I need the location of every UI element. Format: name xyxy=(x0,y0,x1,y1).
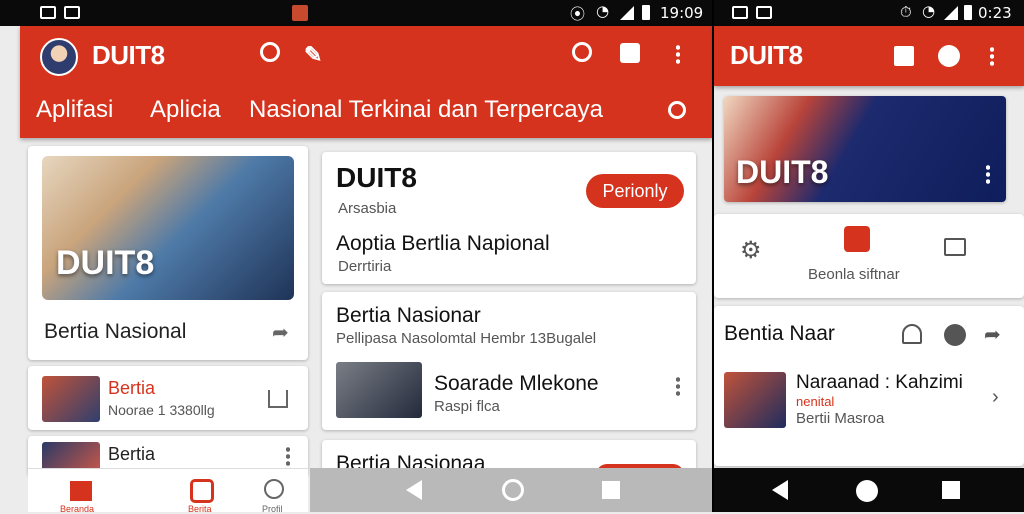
section-title: Bentia Naar xyxy=(724,322,835,345)
recents-button[interactable] xyxy=(942,481,960,499)
notification-icon xyxy=(40,6,56,19)
system-nav-bar xyxy=(310,468,712,512)
feature-subtitle: Arsasbia xyxy=(338,200,397,217)
headphones-icon[interactable] xyxy=(902,324,922,344)
vibrate-icon: ⦿ xyxy=(570,5,586,23)
tab-3[interactable]: Nasional Terkinai dan Terpercaya xyxy=(249,96,603,124)
article-item-sub: Raspi flca xyxy=(434,398,500,415)
nav-label-profile: Profil xyxy=(262,504,283,514)
app-title: DUIT8 xyxy=(92,40,165,70)
article-subtitle: Pellipasa Nasolomtal Hembr 13Bugalel xyxy=(336,330,597,347)
alarm-icon: ⏱ xyxy=(900,3,912,21)
more-icon[interactable] xyxy=(986,164,990,184)
notification-icon xyxy=(732,6,748,19)
nav-label-news: Berita xyxy=(188,504,212,514)
more-icon[interactable] xyxy=(990,46,994,66)
feature-headline: Aoptia Bertlia Napional xyxy=(336,232,550,255)
hero-card[interactable]: DUIT8 xyxy=(724,96,1006,202)
article-item-title: Soarade Mlekone xyxy=(434,372,599,395)
back-button[interactable] xyxy=(406,480,422,500)
more-icon[interactable] xyxy=(676,376,680,396)
share-icon[interactable]: ➦ xyxy=(984,322,1001,347)
nav-label-home: Beranda xyxy=(60,504,95,514)
app-notification-icon xyxy=(292,5,308,21)
home-button[interactable] xyxy=(502,479,524,501)
refresh-icon[interactable] xyxy=(938,45,960,67)
image-notification-icon xyxy=(756,6,772,19)
recents-button[interactable] xyxy=(602,481,620,499)
feature-tag: Derrtiria xyxy=(338,258,392,275)
thumbnail xyxy=(724,372,786,428)
badge-icon[interactable] xyxy=(844,226,870,252)
image-notification-icon xyxy=(64,6,80,19)
article-title: Bertia Nasionar xyxy=(336,304,481,327)
profile-icon[interactable] xyxy=(264,479,284,499)
hero-card-title: Bertia Nasional xyxy=(44,320,187,343)
hero-image-label: DUIT8 xyxy=(56,244,155,282)
avatar[interactable] xyxy=(40,38,78,76)
shortcut-card: ⚙ Beonla siftnar xyxy=(714,214,1024,298)
list-item[interactable]: Bertia Noorae 1 3380llg xyxy=(28,366,308,430)
list-item[interactable]: Naraanad : Kahzimi nenital Bertii Masroa… xyxy=(714,362,1024,432)
signal-icon xyxy=(944,6,958,20)
thumbnail xyxy=(42,376,100,422)
bookmark-icon[interactable] xyxy=(620,43,640,63)
image-icon[interactable] xyxy=(944,238,966,256)
app-bar: DUIT8 xyxy=(714,26,1024,86)
home-button[interactable] xyxy=(856,480,878,502)
clock: 19:09 xyxy=(660,4,704,22)
right-phone: ⏱ ◔ 0:23 DUIT8 DUIT8 ⚙ Beonla siftnar Be… xyxy=(714,0,1024,512)
item-line3: Bertii Masroa xyxy=(796,410,885,427)
shortcut-label: Beonla siftnar xyxy=(808,266,900,283)
list-item-title: Bertia xyxy=(108,444,156,464)
list-item-subtitle: Noorae 1 3380llg xyxy=(108,402,215,418)
bottom-nav: Beranda Berita Profil xyxy=(28,468,308,514)
status-bar: ⏱ ◔ 0:23 xyxy=(714,0,1024,26)
hero-card[interactable]: DUIT8 Bertia Nasional ➦ xyxy=(28,146,308,360)
info-icon[interactable] xyxy=(944,324,966,346)
news-icon[interactable] xyxy=(190,479,214,503)
news-section: Bentia Naar ➦ Naraanad : Kahzimi nenital… xyxy=(714,306,1024,466)
feature-card[interactable]: DUIT8 Arsasbia Perionly Aoptia Bertlia N… xyxy=(322,152,696,284)
home-icon[interactable] xyxy=(70,481,92,501)
more-icon[interactable] xyxy=(676,44,680,64)
more-icon[interactable] xyxy=(286,446,290,466)
share-icon[interactable]: ➦ xyxy=(272,320,289,345)
battery-icon xyxy=(642,5,650,20)
tab-2[interactable]: Aplicia xyxy=(150,96,221,124)
follow-button[interactable]: Perionly xyxy=(586,174,684,208)
battery-icon xyxy=(964,5,972,20)
wifi-icon: ◔ xyxy=(922,2,936,20)
article-card[interactable]: Bertia Nasionar Pellipasa Nasolomtal Hem… xyxy=(322,292,696,430)
tab-1[interactable]: Aplifasi xyxy=(36,96,113,124)
feature-title: DUIT8 xyxy=(336,162,417,193)
signal-icon xyxy=(620,6,634,20)
item-line2: nenital xyxy=(796,394,835,409)
search-icon[interactable] xyxy=(260,42,280,62)
book-icon[interactable] xyxy=(894,46,914,66)
home-outline-icon[interactable] xyxy=(268,390,288,408)
back-button[interactable] xyxy=(772,480,788,500)
item-title: Naraanad : Kahzimi xyxy=(796,372,963,393)
clock: 0:23 xyxy=(978,4,1012,22)
search-icon-2[interactable] xyxy=(572,42,592,62)
chevron-right-icon[interactable]: › xyxy=(992,386,999,409)
app-bar: DUIT8 ✎ Aplifasi Aplicia Nasional Terkin… xyxy=(20,26,712,138)
left-phone: ⦿ ◔ 19:09 DUIT8 ✎ Aplifasi Aplicia Nasio… xyxy=(0,0,712,514)
app-title: DUIT8 xyxy=(730,40,803,70)
system-nav-bar xyxy=(714,468,1024,512)
search-icon-3[interactable] xyxy=(668,101,686,119)
settings-icon[interactable]: ⚙ xyxy=(740,236,762,265)
edit-icon[interactable]: ✎ xyxy=(304,42,322,68)
article-thumbnail xyxy=(336,362,422,418)
list-item-title: Bertia xyxy=(108,378,156,398)
hero-label: DUIT8 xyxy=(736,154,829,190)
wifi-icon: ◔ xyxy=(596,2,610,20)
status-bar: ⦿ ◔ 19:09 xyxy=(0,0,712,26)
